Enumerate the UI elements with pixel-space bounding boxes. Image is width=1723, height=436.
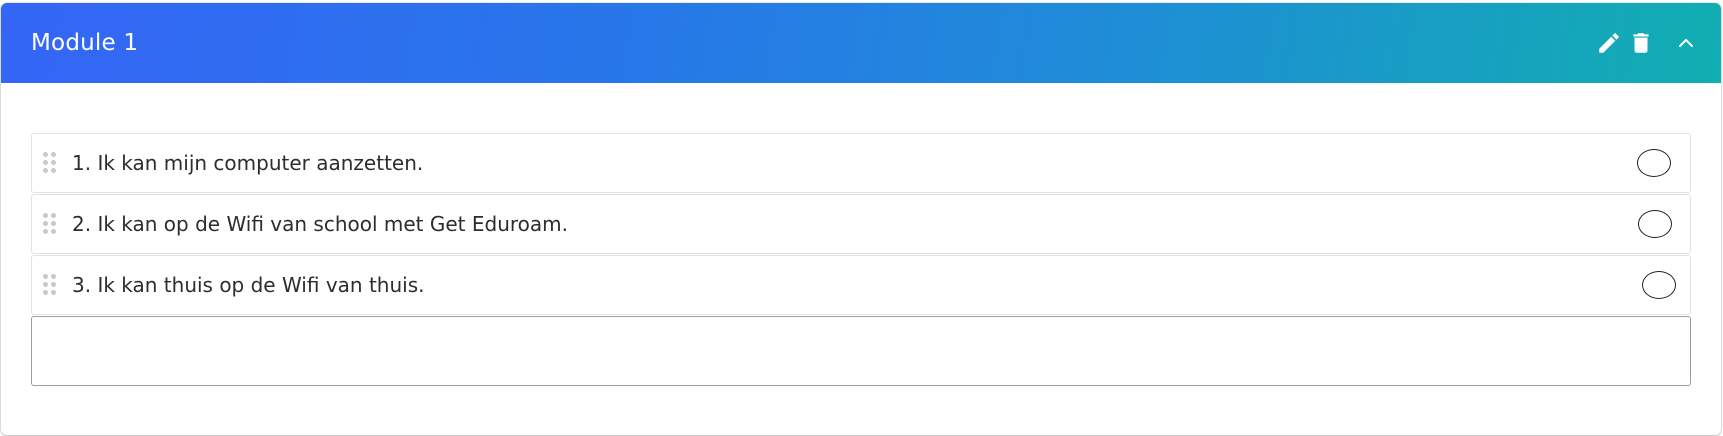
list-item: 3. Ik kan thuis op de Wifi van thuis.	[31, 255, 1691, 315]
item-label: 3. Ik kan thuis op de Wifi van thuis.	[72, 273, 425, 297]
list-item: 1. Ik kan mijn computer aanzetten.	[31, 133, 1691, 193]
drag-handle-icon[interactable]	[43, 152, 57, 174]
drag-handle-icon[interactable]	[43, 213, 57, 235]
item-label: 1. Ik kan mijn computer aanzetten.	[72, 151, 424, 175]
module-header[interactable]: Module 1	[1, 3, 1721, 83]
drag-handle-icon[interactable]	[43, 274, 57, 296]
edit-button[interactable]	[1593, 23, 1625, 63]
chevron-up-icon	[1679, 39, 1693, 47]
list-item: 2. Ik kan op de Wifi van school met Get …	[31, 194, 1691, 254]
edit-icon	[1599, 33, 1619, 53]
item-label: 2. Ik kan op de Wifi van school met Get …	[72, 212, 569, 236]
header-actions	[1593, 3, 1701, 83]
trash-icon	[1633, 33, 1649, 53]
item-list: 1. Ik kan mijn computer aanzetten. 2. Ik…	[31, 133, 1691, 386]
collapse-button[interactable]	[1671, 23, 1701, 63]
module-card: Module 1 1. Ik kan mijn computer aanzett…	[1, 3, 1721, 435]
delete-button[interactable]	[1625, 23, 1657, 63]
module-title: Module 1	[31, 30, 139, 56]
item-radio[interactable]	[1642, 271, 1676, 299]
item-radio[interactable]	[1637, 149, 1671, 177]
new-item-input[interactable]	[31, 316, 1691, 386]
item-radio[interactable]	[1638, 210, 1672, 238]
